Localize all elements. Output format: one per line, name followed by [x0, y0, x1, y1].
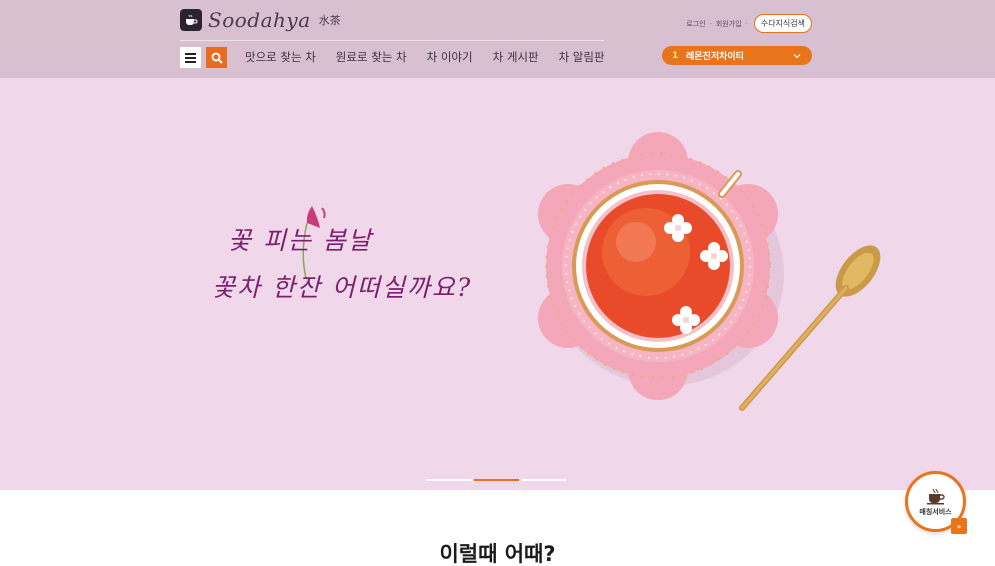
- separator: ·: [709, 19, 712, 28]
- coffee-cup-icon: [926, 488, 945, 504]
- search-icon: [211, 52, 223, 64]
- hero-headline-2: 꽃차 한잔 어떠실까요?: [212, 273, 473, 302]
- knowledge-search-button[interactable]: 수다지식검색: [753, 14, 812, 33]
- slide-indicator-1[interactable]: [427, 479, 472, 481]
- popular-ranking-dropdown[interactable]: 1 레몬진저차이티: [662, 46, 812, 65]
- double-chevron-right-icon[interactable]: »: [951, 518, 967, 534]
- nav-item-ingredient[interactable]: 원료로 찾는 차: [336, 49, 407, 65]
- slide-indicator-3[interactable]: [521, 479, 566, 481]
- hero-headline-1: 꽃 피는 봄날: [228, 226, 373, 255]
- search-button[interactable]: [206, 47, 227, 68]
- slide-indicators: [427, 479, 566, 481]
- rank-item: 레몬진저차이티: [686, 52, 744, 62]
- nav-item-taste[interactable]: 맛으로 찾는 차: [245, 49, 316, 65]
- logo-text: Soodahya: [208, 8, 311, 32]
- utility-links: 로그인 · 회원가입 · 수다지식검색: [686, 14, 812, 33]
- separator: ·: [745, 19, 748, 28]
- logo-cup-icon: [180, 9, 202, 31]
- menu-icon: [185, 52, 196, 63]
- chevron-down-icon: [793, 53, 801, 58]
- header-divider: [180, 40, 604, 41]
- site-logo[interactable]: Soodahya 水茶: [180, 6, 341, 34]
- matching-service-label: 매칭서비스: [919, 507, 952, 516]
- hero-banner[interactable]: 꽃 피는 봄날 꽃차 한잔 어떠실까요?: [0, 78, 995, 490]
- slide-indicator-2[interactable]: [474, 479, 519, 481]
- rank-number: 1: [672, 50, 679, 61]
- site-header: Soodahya 水茶 로그인 · 회원가입 · 수다지식검색 맛으로 찾는 차…: [0, 0, 995, 78]
- main-nav: 맛으로 찾는 차 원료로 찾는 차 차 이야기 차 게시판 차 알림판: [245, 49, 605, 65]
- nav-item-notice[interactable]: 차 알림판: [559, 49, 605, 65]
- hero-illustration: [302, 132, 881, 411]
- menu-button[interactable]: [180, 47, 201, 68]
- section-title: 이럴때 어때?: [439, 542, 556, 566]
- login-link[interactable]: 로그인: [686, 19, 705, 29]
- nav-item-board[interactable]: 차 게시판: [493, 49, 539, 65]
- signup-link[interactable]: 회원가입: [716, 19, 742, 29]
- logo-subtext: 水茶: [318, 14, 341, 27]
- nav-item-story[interactable]: 차 이야기: [427, 49, 473, 65]
